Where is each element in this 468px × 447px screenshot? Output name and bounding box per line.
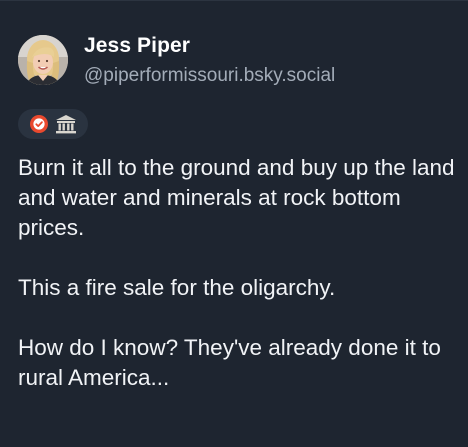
author-handle[interactable]: @piperformissouri.bsky.social [84,65,335,87]
post-paragraph: How do I know? They've already done it t… [18,335,441,390]
post-card: Jess Piper @piperformissouri.bsky.social… [0,0,468,447]
government-building-icon [55,114,77,134]
post-body: Burn it all to the ground and buy up the… [18,153,458,393]
profile-badges[interactable] [18,109,88,139]
verified-check-icon [29,114,49,134]
post-paragraph: This a fire sale for the oligarchy. [18,275,336,300]
author-display-name[interactable]: Jess Piper [84,34,190,58]
author-avatar[interactable] [18,35,68,85]
post-paragraph: Burn it all to the ground and buy up the… [18,155,455,240]
avatar-photo-icon [18,35,68,85]
